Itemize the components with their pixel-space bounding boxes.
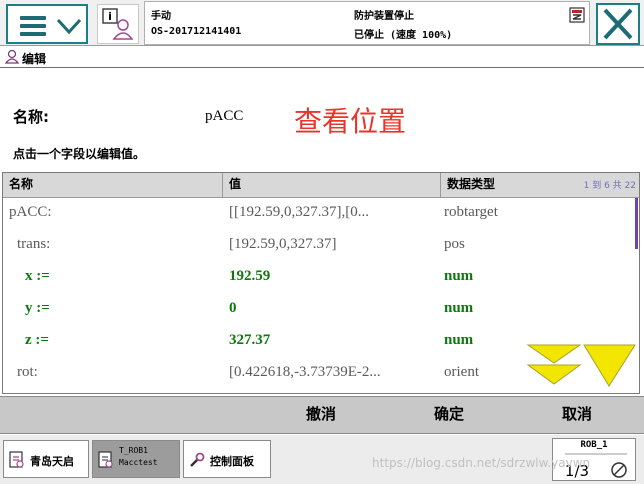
row-type: num <box>444 268 474 284</box>
run-state: 已停止 (速度 100%) <box>354 30 453 41</box>
user-info-icon: i <box>102 8 134 40</box>
row-type: num <box>444 300 474 316</box>
safety-status: 防护装置停止 <box>354 11 414 22</box>
scroll-arrows <box>526 344 636 387</box>
column-header-name[interactable]: 名称 <box>3 173 223 197</box>
row-name: x := <box>25 268 50 284</box>
cancel-button[interactable]: 取消 <box>524 397 630 433</box>
controller-name: OS-201712141401 <box>151 26 242 37</box>
app-header: 编辑 <box>0 47 644 68</box>
row-type: num <box>444 332 474 348</box>
main-menu-button[interactable] <box>6 4 88 44</box>
event-log-icon[interactable]: i <box>97 4 139 44</box>
close-button[interactable] <box>596 3 640 45</box>
taskbar-label: 控制面板 <box>210 455 254 468</box>
row-value: [0.422618,-3.73739E-2... <box>229 364 381 380</box>
command-bar: 撤消 确定 取消 <box>0 396 644 434</box>
taskbar-label-line2: Macctest <box>119 458 158 467</box>
row-name: y := <box>25 300 50 316</box>
wrench-icon <box>190 452 205 467</box>
quickset-icon[interactable] <box>569 7 585 23</box>
undo-button[interactable]: 撤消 <box>268 397 374 433</box>
hint-text: 点击一个字段以编辑值。 <box>13 147 146 161</box>
row-value: [[192.59,0,327.37],[0... <box>229 204 369 220</box>
taskbar-item-program[interactable]: 青岛天启 <box>3 440 89 478</box>
row-name: pACC: <box>9 204 52 220</box>
taskbar-item-control-panel[interactable]: 控制面板 <box>183 440 271 478</box>
chevron-down-icon <box>56 18 82 35</box>
status-panel[interactable]: 手动 OS-201712141401 防护装置停止 已停止 (速度 100%) <box>144 1 590 45</box>
row-type: orient <box>444 364 479 380</box>
app-title: 编辑 <box>22 52 47 66</box>
annotation-text: 查看位置 <box>294 105 407 138</box>
variable-name: pACC <box>205 108 244 124</box>
row-name: z := <box>25 332 49 348</box>
row-name: rot: <box>17 364 38 380</box>
operating-mode: 手动 <box>151 11 171 22</box>
row-value: 0 <box>229 300 237 316</box>
module-icon <box>98 451 113 468</box>
program-icon <box>9 451 24 468</box>
taskbar-item-module[interactable]: T_ROB1 Macctest <box>92 440 180 478</box>
svg-text:i: i <box>108 10 112 23</box>
hamburger-icon <box>20 16 46 36</box>
row-value: [192.59,0,327.37] <box>229 236 337 252</box>
row-type: robtarget <box>444 204 498 220</box>
top-bar: i 手动 OS-201712141401 防护装置停止 已停止 (速度 100%… <box>0 0 644 46</box>
scroll-down-icon[interactable] <box>583 344 636 387</box>
taskbar-label-line1: T_ROB1 <box>119 446 148 455</box>
ok-button[interactable]: 确定 <box>396 397 502 433</box>
close-icon <box>603 8 633 40</box>
taskbar-label: 青岛天启 <box>30 455 74 468</box>
column-header-value[interactable]: 值 <box>223 173 441 197</box>
row-name: trans: <box>17 236 51 252</box>
robot-label: ROB_1 <box>580 440 608 450</box>
row-type: pos <box>444 236 465 252</box>
name-label: 名称: <box>13 108 49 126</box>
row-value: 327.37 <box>229 332 271 348</box>
row-value: 192.59 <box>229 268 271 284</box>
taskbar-label: T_ROB1 Macctest <box>119 445 158 469</box>
edit-user-icon <box>5 49 19 64</box>
page-down-icon[interactable] <box>526 344 582 385</box>
watermark: https://blog.csdn.net/sdrzwlw.yavwn <box>372 456 591 470</box>
